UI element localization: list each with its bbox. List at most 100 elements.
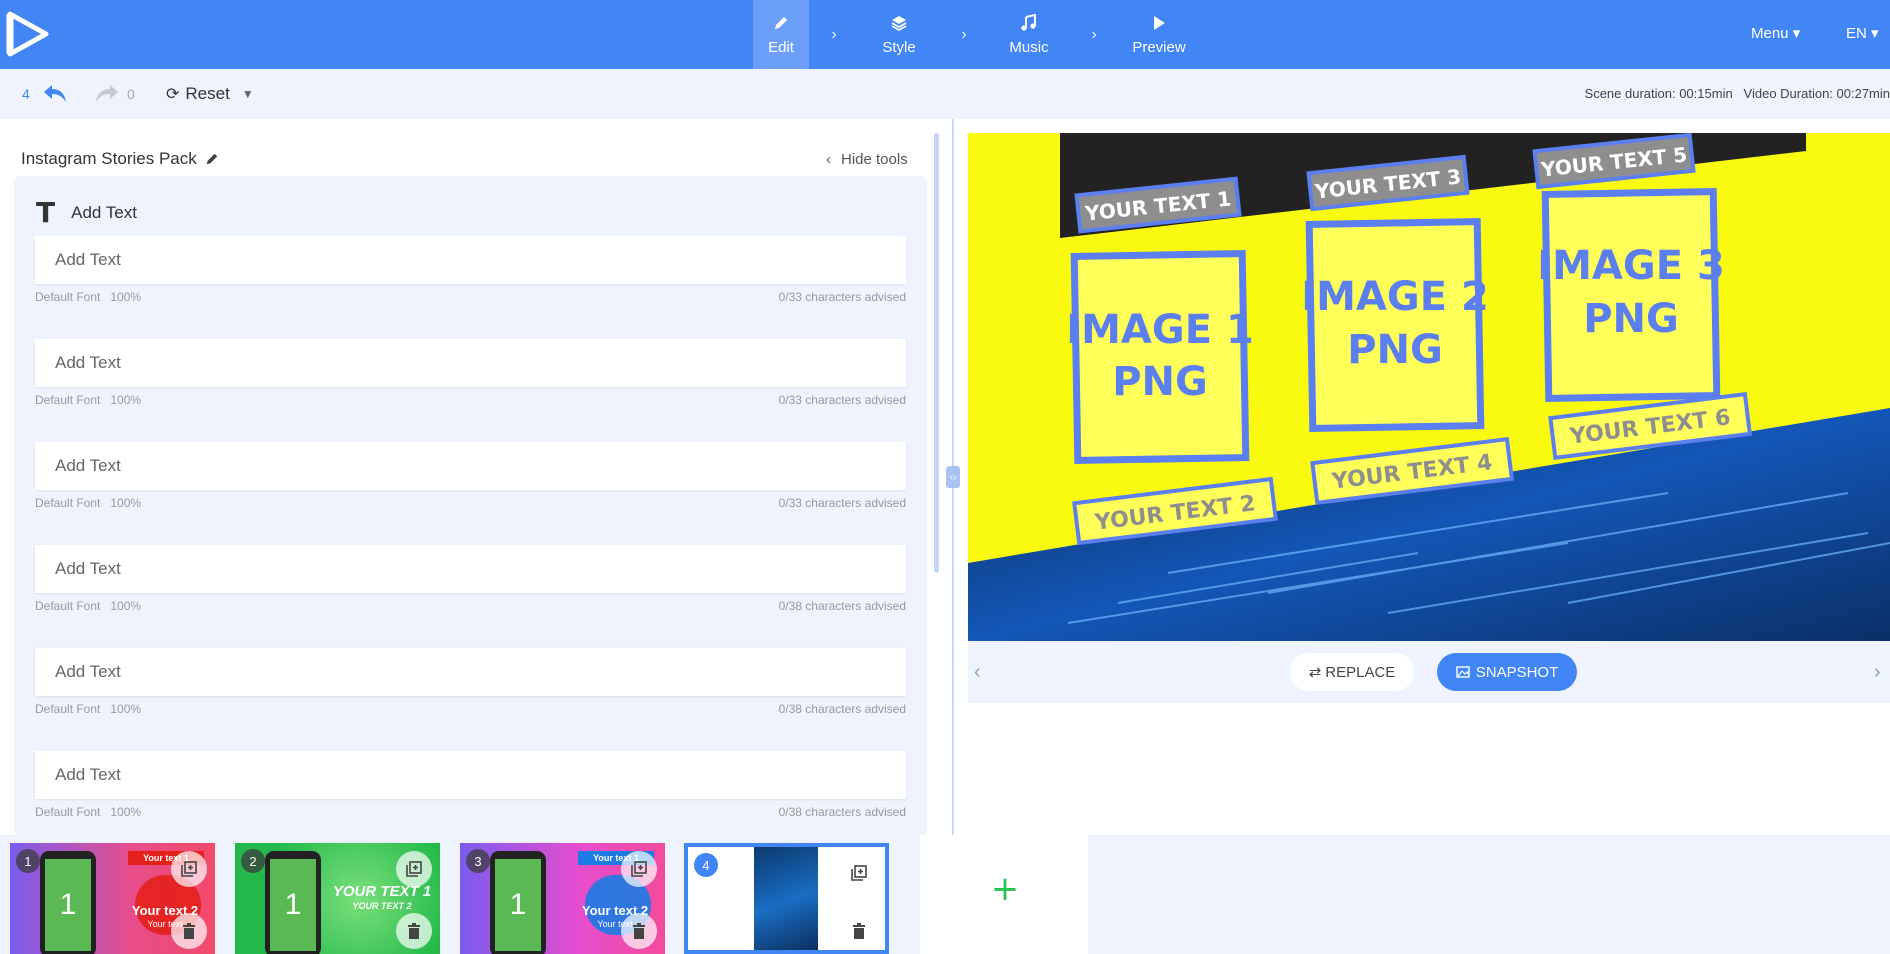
text-input[interactable] [35,442,906,490]
scene-number-badge: 4 [694,853,718,877]
swap-icon: ⇄ [1308,664,1322,681]
scene-thumbnail-3[interactable]: 1 Your text 1 Your text 2 Your text 3 [460,843,665,954]
pencil-icon [771,13,791,33]
section-title: Add Text [71,202,137,222]
scene-big-number: 1 [495,859,541,951]
text-input[interactable] [35,545,906,593]
step-preview[interactable]: Preview [1119,0,1199,69]
scene-duration: Scene duration: 00:15min [1584,86,1733,101]
tools-panel: Instagram Stories Pack ‹ Hide tools T Ad… [0,119,953,836]
font-select[interactable]: Default Font [35,702,100,716]
text-field-1: Default Font 100% 0/33 characters advised [35,236,906,304]
step-music[interactable]: Music [989,0,1069,69]
scene-number-badge: 3 [466,849,490,873]
trash-icon[interactable] [171,913,207,949]
undo-icon[interactable] [42,82,68,104]
font-select[interactable]: Default Font [35,599,100,613]
chevron-right-icon: › [961,25,967,43]
redo-icon[interactable] [94,82,120,104]
text-field-6: Default Font 100% 0/38 characters advised [35,751,906,819]
scene-big-number: 1 [45,859,91,951]
hide-tools-label: Hide tools [841,151,908,168]
font-size[interactable]: 100% [110,805,141,819]
duration-info: Scene duration: 00:15min Video Duration:… [1585,86,1890,101]
image-placeholder-2[interactable]: IMAGE 2 PNG [1301,217,1489,433]
resize-handle-icon[interactable]: ‹› [946,466,960,488]
app-logo-icon[interactable] [6,10,50,58]
duplicate-icon[interactable] [621,851,657,887]
image-placeholder-3[interactable]: IMAGE 3 PNG [1537,187,1725,403]
step-label: Preview [1132,39,1186,56]
char-hint: 0/33 characters advised [778,496,906,510]
snapshot-button[interactable]: SNAPSHOT [1437,653,1577,691]
image-icon [1456,666,1470,678]
char-hint: 0/38 characters advised [778,805,906,819]
music-note-icon [1019,13,1039,33]
text-field-2: Default Font 100% 0/33 characters advised [35,339,906,407]
image-placeholder-1[interactable]: IMAGE 1 PNG [1066,249,1254,465]
scene-thumbnail-4[interactable]: 4 [684,843,889,954]
chevron-right-icon[interactable]: › [1874,661,1881,684]
top-bar: Edit › Style › Music › Preview Menu ▾ EN… [0,0,1890,69]
scene-thumbnail-2[interactable]: 1 YOUR TEXT 1 YOUR TEXT 2 2 [235,843,440,954]
redo-count: 0 [127,86,135,102]
text-input[interactable] [35,236,906,284]
preview-controls: ‹ ⇄ REPLACE SNAPSHOT › [968,641,1890,703]
font-size[interactable]: 100% [110,393,141,407]
text-input[interactable] [35,339,906,387]
scene-number-badge: 1 [16,849,40,873]
char-hint: 0/38 characters advised [778,599,906,613]
image-label: PNG [1583,296,1679,342]
scene-preview[interactable]: IMAGE 1 PNG IMAGE 2 PNG IMAGE 3 PNG YOUR… [968,133,1890,641]
font-select[interactable]: Default Font [35,290,100,304]
undo-count: 4 [22,86,30,102]
menu-dropdown[interactable]: Menu ▾ [1751,24,1800,42]
font-size[interactable]: 100% [110,599,141,613]
pencil-icon[interactable] [205,152,219,166]
trash-icon[interactable] [621,913,657,949]
chevron-right-icon: › [1091,25,1097,43]
text-input[interactable] [35,751,906,799]
font-select[interactable]: Default Font [35,496,100,510]
text-field-4: Default Font 100% 0/38 characters advised [35,545,906,613]
font-size[interactable]: 100% [110,496,141,510]
text-field-5: Default Font 100% 0/38 characters advised [35,648,906,716]
language-dropdown[interactable]: EN ▾ [1846,24,1879,42]
step-style[interactable]: Style [859,0,939,69]
char-hint: 0/33 characters advised [778,290,906,304]
project-title-text: Instagram Stories Pack [21,149,197,168]
text-input[interactable] [35,648,906,696]
add-text-section: T Add Text Default Font 100% 0/33 characte… [14,176,927,836]
font-size[interactable]: 100% [110,290,141,304]
image-label: IMAGE 1 [1066,307,1254,353]
scene-thumbnail-1[interactable]: 1 Your text 1 Your text 2 Your text 1 [10,843,215,954]
trash-icon[interactable] [396,913,432,949]
step-edit[interactable]: Edit [753,0,809,69]
duplicate-icon[interactable] [396,851,432,887]
caret-down-icon: ▾ [1871,25,1879,42]
duplicate-icon[interactable] [841,855,877,891]
chevron-left-icon[interactable]: ‹ [974,661,981,684]
caret-down-icon[interactable]: ▼ [242,87,254,101]
hide-tools-button[interactable]: ‹ Hide tools [826,151,908,168]
trash-icon[interactable] [841,913,877,949]
step-label: Music [1009,39,1049,56]
font-size[interactable]: 100% [110,702,141,716]
chevron-right-icon: › [831,25,837,43]
text-field-3: Default Font 100% 0/33 characters advised [35,442,906,510]
font-select[interactable]: Default Font [35,393,100,407]
replace-button[interactable]: ⇄ REPLACE [1290,653,1414,691]
step-label: Style [882,39,916,56]
duplicate-icon[interactable] [171,851,207,887]
font-select[interactable]: Default Font [35,805,100,819]
image-label: IMAGE 3 [1537,243,1725,289]
language-label: EN [1846,25,1867,42]
video-duration: Video Duration: 00:27min [1743,86,1890,101]
panel-scrollbar[interactable] [934,133,939,573]
edit-toolbar: 4 0 ⟳ Reset ▼ Scene duration: 00:15min V… [0,69,1890,119]
play-icon [1149,13,1169,33]
project-title[interactable]: Instagram Stories Pack [21,149,219,169]
caret-down-icon: ▾ [1792,25,1801,42]
reset-button[interactable]: ⟳ Reset ▼ [166,84,254,104]
add-scene-plus-icon[interactable]: + [990,872,1020,906]
